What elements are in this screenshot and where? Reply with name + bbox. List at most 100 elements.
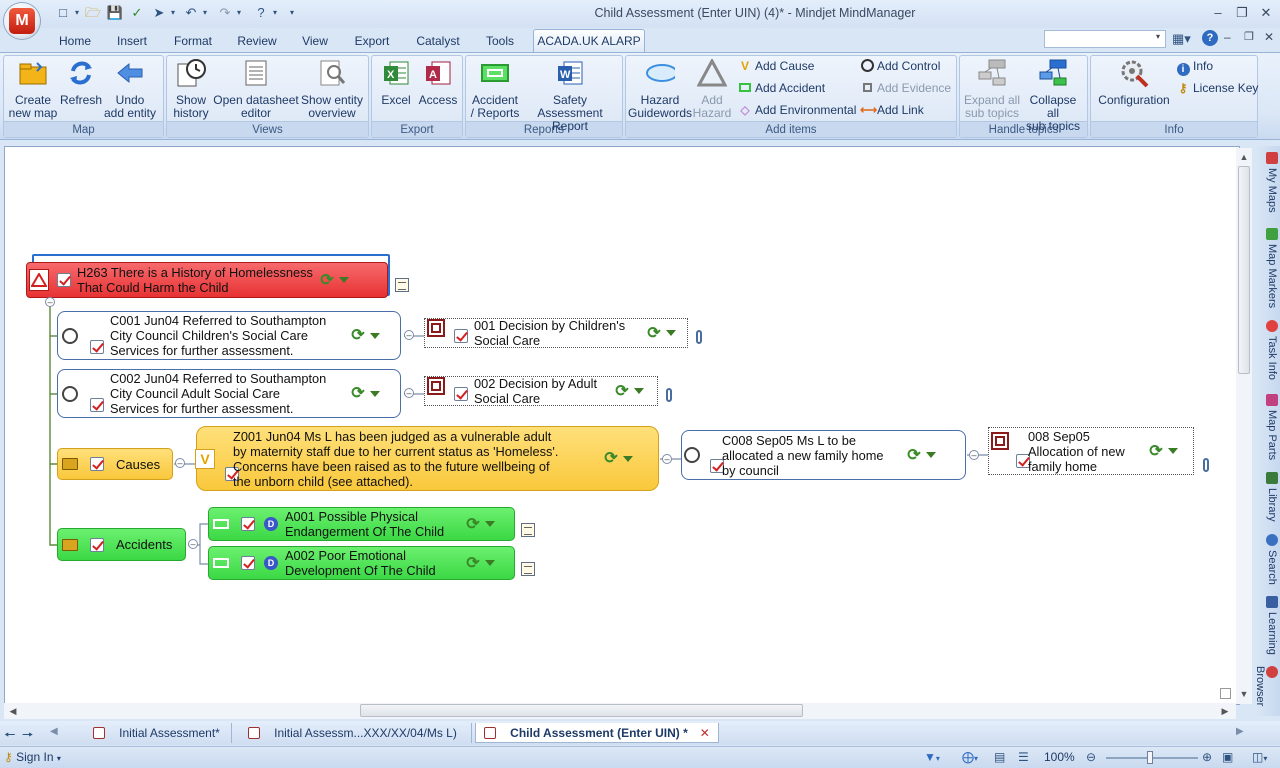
control-c002-collapse-icon[interactable]: – [404, 388, 414, 398]
send-dropdown-icon[interactable]: ▾ [168, 4, 178, 22]
accident-a001-checkbox-icon[interactable] [241, 517, 255, 531]
control-c002-checkbox-icon[interactable] [90, 397, 104, 412]
accident-a001-dropdown-icon[interactable] [485, 521, 495, 527]
accident-topic-a002[interactable]: D A002 Poor Emotional Development Of The… [208, 546, 515, 580]
side-tab-search[interactable]: Search [1258, 534, 1278, 585]
help-dropdown-icon[interactable]: ▾ [270, 4, 280, 22]
accident-topic-a001[interactable]: D A001 Possible Physical Endangerment Of… [208, 507, 515, 541]
control-topic-c002[interactable]: C002 Jun04 Referred to Southampton City … [57, 369, 401, 418]
redo-dropdown-icon[interactable]: ▾ [234, 4, 244, 22]
refresh-status-icon[interactable]: ⟳ [350, 328, 366, 344]
accident-a002-checkbox-icon[interactable] [241, 556, 255, 570]
control-topic-c001[interactable]: C001 Jun04 Referred to Southampton City … [57, 311, 401, 360]
app-logo-button[interactable]: M [4, 3, 40, 39]
add-environmental-button[interactable]: ◇ Add Environmental [738, 101, 856, 119]
refresh-status-icon[interactable]: ⟳ [465, 555, 481, 571]
next-document-icon[interactable]: 🠖 [22, 726, 33, 748]
hazard-dropdown-icon[interactable] [339, 277, 349, 283]
control-c001-checkbox-icon[interactable] [90, 339, 104, 354]
help-icon[interactable]: ? [252, 4, 270, 22]
sign-in-button[interactable]: ⚷ Sign In ▾ [4, 750, 61, 764]
tab-acada-alarp[interactable]: ACADA.UK ALARP [533, 29, 645, 53]
zoom-percentage[interactable]: 100% [1044, 750, 1075, 764]
side-tab-learning[interactable]: Learning [1258, 596, 1278, 655]
evidence-001-dropdown-icon[interactable] [666, 330, 676, 336]
evidence-topic-001[interactable]: 001 Decision by Children's Social Care ⟳ [424, 318, 688, 348]
add-hazard-button[interactable]: Add Hazard [692, 58, 732, 122]
evidence-008-dropdown-icon[interactable] [1168, 448, 1178, 454]
accidents-checkbox-icon[interactable] [90, 537, 104, 552]
refresh-status-icon[interactable]: ⟳ [465, 516, 481, 532]
excel-button[interactable]: X Excel [374, 58, 418, 122]
cause-z001-dropdown-icon[interactable] [623, 455, 633, 462]
evidence-002-checkbox-icon[interactable] [454, 387, 468, 401]
refresh-status-icon[interactable]: ⟳ [319, 272, 335, 288]
cause-topic-z001[interactable]: V Z001 Jun04 Ms L has been judged as a v… [195, 426, 659, 491]
attachment-paperclip-icon[interactable] [1203, 458, 1209, 472]
undo-add-entity-button[interactable]: Undo add entity [102, 58, 158, 122]
evidence-002-dropdown-icon[interactable] [634, 388, 644, 394]
close-icon[interactable]: ✕ [1254, 4, 1278, 22]
new-file-icon[interactable]: □ [54, 4, 72, 22]
horizontal-scroll-thumb[interactable] [360, 704, 803, 717]
control-c008-dropdown-icon[interactable] [926, 452, 936, 458]
undo-dropdown-icon[interactable]: ▾ [200, 4, 210, 22]
refresh-status-icon[interactable]: ⟳ [1148, 443, 1164, 459]
scroll-up-icon[interactable]: ▲ [1237, 150, 1251, 164]
accident-reports-button[interactable]: Accident / Reports [468, 58, 522, 122]
side-tab-task-info[interactable]: Task Info [1258, 320, 1278, 380]
show-entity-overview-button[interactable]: Show entity overview [299, 58, 365, 122]
send-icon[interactable]: ➤ [150, 4, 168, 22]
tab-tools[interactable]: Tools [478, 31, 522, 51]
side-tab-map-markers[interactable]: Map Markers [1258, 228, 1278, 308]
customize-toolbar-icon[interactable]: ▾ [286, 4, 298, 22]
add-accident-button[interactable]: Add Accident [738, 79, 825, 97]
evidence-topic-002[interactable]: 002 Decision by Adult Social Care ⟳ [424, 376, 658, 406]
refresh-status-icon[interactable]: ⟳ [614, 383, 630, 399]
hazard-guidewords-button[interactable]: Hazard Guidewords [628, 58, 692, 122]
show-history-button[interactable]: Show history [168, 58, 214, 122]
ribbon-search-input[interactable] [1044, 30, 1166, 48]
zoom-in-icon[interactable]: ⊕ [1202, 750, 1212, 764]
help-circle-icon[interactable]: ? [1202, 30, 1218, 46]
tab-format[interactable]: Format [166, 31, 220, 51]
outline-view-icon[interactable]: ▤ [994, 750, 1005, 764]
causes-branch-topic[interactable]: Causes [57, 448, 173, 480]
control-c001-dropdown-icon[interactable] [370, 332, 380, 339]
tab-review[interactable]: Review [230, 31, 284, 51]
evidence-topic-008[interactable]: 008 Sep05 Allocation of new family home … [988, 427, 1194, 475]
tab-home[interactable]: Home [52, 31, 98, 51]
close-tab-icon[interactable]: ✕ [700, 726, 710, 740]
zoom-slider-thumb[interactable] [1147, 751, 1154, 764]
scroll-down-icon[interactable]: ▼ [1237, 687, 1251, 701]
scroll-tabs-right-icon[interactable]: ▶ [1236, 726, 1244, 737]
doc-tab-initial-assessment-ms-l[interactable]: Initial Assessm...XXX/XX/04/Ms L) [234, 723, 472, 743]
accident-a002-dropdown-icon[interactable] [485, 560, 495, 566]
control-c002-dropdown-icon[interactable] [370, 390, 380, 397]
tab-export[interactable]: Export [348, 31, 396, 51]
causes-checkbox-icon[interactable] [90, 457, 104, 471]
new-dropdown-icon[interactable]: ▾ [72, 4, 82, 22]
configuration-button[interactable]: Configuration [1093, 58, 1175, 122]
create-new-map-button[interactable]: Create new map [6, 58, 60, 122]
save-all-icon[interactable]: ✓ [128, 4, 146, 22]
filter-icon[interactable]: ▼▾ [924, 750, 940, 764]
access-button[interactable]: A Access [418, 58, 458, 122]
redo-icon[interactable]: ↷ [216, 4, 234, 22]
side-tab-my-maps[interactable]: My Maps [1258, 152, 1278, 213]
collapse-all-sub-topics-button[interactable]: Collapse all sub topics [1022, 58, 1084, 133]
search-dropdown-icon[interactable]: ▾ [1156, 32, 1160, 41]
doc-close-icon[interactable]: ✕ [1264, 30, 1274, 44]
side-tab-library[interactable]: Library [1258, 472, 1278, 522]
open-folder-icon[interactable]: 🗁 [84, 4, 102, 22]
map-overview-icon[interactable] [1220, 688, 1231, 699]
control-c001-collapse-icon[interactable]: – [404, 330, 414, 340]
hazard-checkbox-icon[interactable] [57, 273, 71, 287]
expand-all-sub-topics-button[interactable]: Expand all sub topics [962, 58, 1022, 122]
safety-assessment-report-button[interactable]: W Safety Assessment Report [520, 58, 620, 133]
doc-restore-icon[interactable]: ❐ [1244, 30, 1254, 43]
zoom-out-icon[interactable]: ⊖ [1086, 750, 1096, 764]
add-evidence-button[interactable]: Add Evidence [860, 79, 951, 97]
license-key-button[interactable]: ⚷ License Key [1176, 79, 1259, 97]
control-topic-c008[interactable]: C008 Sep05 Ms L to be allocated a new fa… [681, 430, 966, 480]
